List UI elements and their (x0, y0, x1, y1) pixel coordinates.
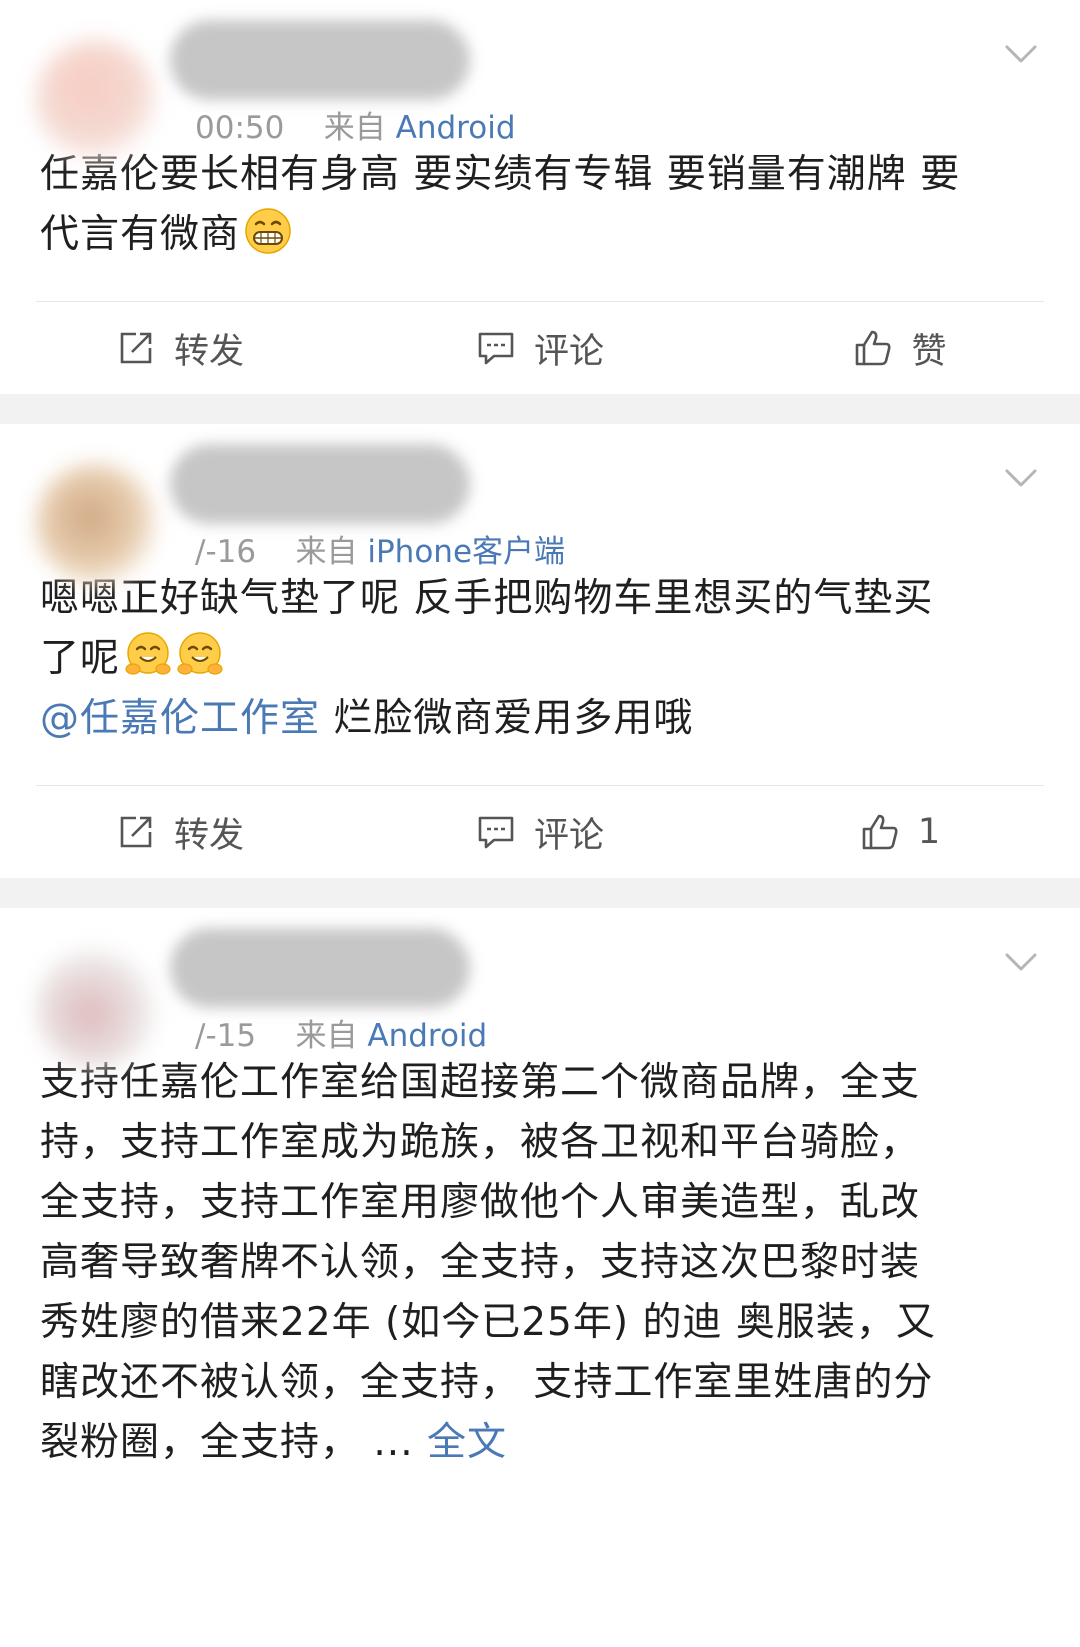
action-bar: 转发 评论 赞 (0, 302, 1080, 394)
post-line: 任嘉伦要长相有身高 要实绩有专辑 要销量有潮牌 要 (40, 152, 961, 197)
avatar[interactable] (36, 40, 156, 160)
comment-label: 评论 (533, 331, 604, 372)
post-time: /-15 (195, 1018, 257, 1054)
username-blurred[interactable] (170, 20, 470, 100)
post-body: 任嘉伦要长相有身高 要实绩有专辑 要销量有潮牌 要 代言有微商 (0, 145, 1080, 265)
avatar[interactable] (36, 464, 156, 584)
repost-button[interactable]: 转发 (0, 807, 360, 858)
post-line: 持，支持工作室成为跪族，被各卫视和平台骑脸， (40, 1120, 921, 1165)
post-body: 嗯嗯正好缺气垫了呢 反手把购物车里想买的气垫买 了呢 @任嘉伦工作室 烂脸微商爱… (0, 569, 1080, 749)
action-bar: 转发 评论 1 (0, 786, 1080, 878)
post-header: /-15 来自 Android (0, 908, 1080, 1068)
post-header: 00:50 来自 Android (0, 0, 1080, 160)
post-line: 秀姓廖的借来22年 (如今已25年) 的迪 奥服装，又 (40, 1300, 936, 1345)
comment-label: 评论 (533, 815, 604, 856)
post-separator (0, 394, 1080, 424)
post-meta: /-16 来自 iPhone客户端 (195, 526, 565, 571)
username-blurred[interactable] (170, 444, 470, 524)
post-1: 00:50 来自 Android 任嘉伦要长相有身高 要实绩有专辑 要销量有潮牌… (0, 0, 1080, 394)
username-blurred[interactable] (170, 928, 470, 1008)
source-label: Android (367, 1018, 488, 1054)
source-prefix: 来自 (295, 1018, 358, 1054)
post-line: @任嘉伦工作室 烂脸微商爱用多用哦 (40, 696, 694, 741)
repost-button[interactable]: 转发 (0, 323, 360, 374)
post-line: 嗯嗯正好缺气垫了呢 反手把购物车里想买的气垫买 (40, 576, 934, 621)
post-line: 裂粉圈，全支持， ... 全文 (40, 1420, 508, 1465)
hug-emoji-icon (177, 632, 223, 675)
post-2: /-16 来自 iPhone客户端 嗯嗯正好缺气垫了呢 反手把购物车里想买的气垫… (0, 424, 1080, 878)
like-label: 赞 (911, 331, 947, 372)
avatar[interactable] (36, 948, 156, 1068)
post-time: 00:50 (195, 110, 285, 146)
comment-button[interactable]: 评论 (360, 323, 720, 374)
full-text-link[interactable]: 全文 (427, 1420, 507, 1465)
post-line: 支持任嘉伦工作室给国超接第二个微商品牌，全支 (40, 1060, 921, 1105)
post-separator (0, 878, 1080, 908)
like-button[interactable]: 1 (720, 812, 1080, 852)
chevron-down-icon[interactable] (1004, 950, 1038, 974)
repost-icon (120, 816, 152, 848)
post-time: /-16 (195, 534, 257, 570)
source-prefix: 来自 (323, 110, 386, 146)
post-meta: 00:50 来自 Android (195, 102, 516, 147)
chevron-down-icon[interactable] (1004, 42, 1038, 66)
hug-emoji-icon (125, 632, 171, 675)
source-prefix: 来自 (295, 534, 358, 570)
source-label: iPhone客户端 (367, 534, 566, 570)
post-line: 瞎改还不被认领，全支持， 支持工作室里姓唐的分 (40, 1360, 934, 1405)
post-3: /-15 来自 Android 支持任嘉伦工作室给国超接第二个微商品牌，全支 持… (0, 908, 1080, 1473)
thumbs-up-icon (856, 330, 891, 366)
like-count: 1 (917, 812, 941, 852)
comment-icon (478, 332, 514, 365)
repost-label: 转发 (173, 815, 244, 856)
comment-button[interactable]: 评论 (360, 807, 720, 858)
repost-icon (120, 332, 152, 364)
post-line: 代言有微商 (40, 205, 1040, 265)
source-label: Android (395, 110, 516, 146)
grin-emoji-icon (245, 208, 291, 254)
post-line: 全支持，支持工作室用廖做他个人审美造型，乱改 (40, 1180, 921, 1225)
post-line: 高奢导致奢牌不认领，全支持，支持这次巴黎时装 (40, 1240, 921, 1285)
post-body: 支持任嘉伦工作室给国超接第二个微商品牌，全支 持，支持工作室成为跪族，被各卫视和… (0, 1053, 1080, 1473)
mention-link[interactable]: @任嘉伦工作室 (40, 696, 320, 741)
comment-icon (478, 816, 514, 849)
weibo-comment-feed: 00:50 来自 Android 任嘉伦要长相有身高 要实绩有专辑 要销量有潮牌… (0, 0, 1080, 1473)
like-button[interactable]: 赞 (720, 323, 1080, 374)
repost-label: 转发 (173, 331, 244, 372)
thumbs-up-icon (862, 814, 898, 850)
post-meta: /-15 来自 Android (195, 1010, 487, 1055)
post-line: 了呢 (40, 629, 1040, 689)
chevron-down-icon[interactable] (1004, 466, 1038, 490)
post-header: /-16 来自 iPhone客户端 (0, 424, 1080, 584)
